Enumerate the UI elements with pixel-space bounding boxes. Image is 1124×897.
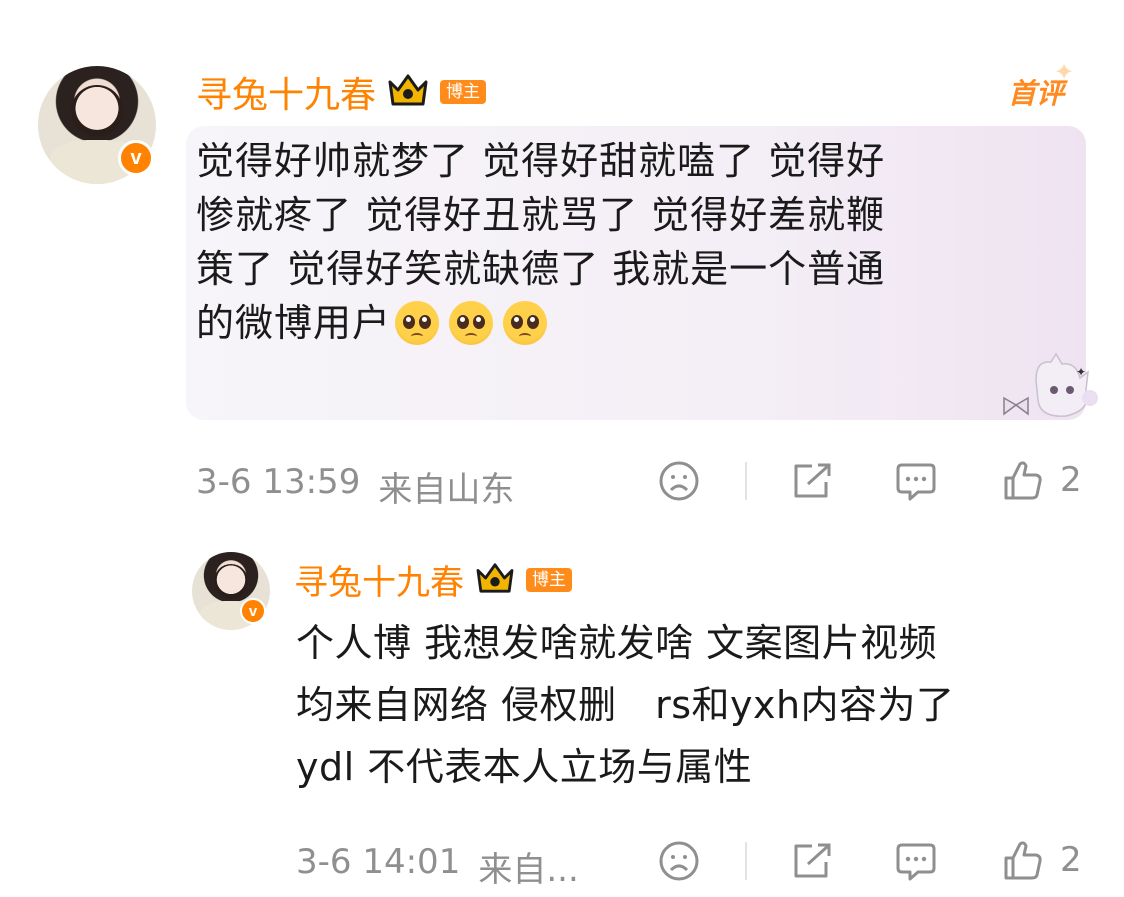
comment-button[interactable] xyxy=(894,460,938,506)
pleading-face-emoji xyxy=(395,301,440,345)
like-button[interactable]: 2 xyxy=(1002,838,1082,882)
sparkle-icon: ✦ xyxy=(1054,58,1075,86)
like-button[interactable]: 2 xyxy=(1002,458,1082,502)
comment-button[interactable] xyxy=(894,840,938,886)
reply-text: 个人博 我想发啥就发啥 文案图片视频 均来自网络 侵权删 rs和yxh内容为了 … xyxy=(296,612,1106,798)
comment-text-line: 的微博用户 xyxy=(196,301,392,345)
share-button[interactable] xyxy=(790,460,834,506)
comment-icon xyxy=(896,463,936,501)
like-count: 2 xyxy=(1060,840,1082,880)
comment-header: 寻兔十九春 博主 xyxy=(196,66,487,118)
verified-v-icon: v xyxy=(240,598,266,624)
thumbs-up-icon xyxy=(1004,841,1042,880)
comment-text-line: 惨就疼了 觉得好丑就骂了 觉得好差就鞭 xyxy=(196,193,886,237)
reply-meta: 3-6 14:01 来自... xyxy=(296,842,579,891)
reply-location: 来自... xyxy=(478,850,579,890)
comment-text-line: 觉得好帅就梦了 觉得好甜就嗑了 觉得好 xyxy=(196,139,886,183)
comment-icon xyxy=(896,843,936,881)
comment-meta: 3-6 13:59 来自山东 xyxy=(196,462,514,511)
blogger-badge: 博主 xyxy=(526,567,572,592)
comment-text: 觉得好帅就梦了 觉得好甜就嗑了 觉得好 惨就疼了 觉得好丑就骂了 觉得好差就鞭 … xyxy=(196,134,1076,350)
pleading-face-emoji xyxy=(503,301,548,345)
comment-location: 来自山东 xyxy=(378,470,515,510)
reply-time: 3-6 14:01 xyxy=(296,842,461,882)
reply-username[interactable]: 寻兔十九春 xyxy=(294,555,464,604)
crown-icon xyxy=(386,72,430,112)
sad-face-icon xyxy=(659,461,699,501)
verified-v-icon: v xyxy=(118,140,154,176)
crown-icon xyxy=(474,561,516,599)
dislike-button[interactable] xyxy=(658,840,700,886)
like-count: 2 xyxy=(1060,460,1082,500)
share-button[interactable] xyxy=(790,840,834,886)
comment-text-line: 策了 觉得好笑就缺德了 我就是一个普通 xyxy=(196,247,886,291)
blogger-badge: 博主 xyxy=(440,80,487,104)
comment-username[interactable]: 寻兔十九春 xyxy=(196,66,376,118)
cat-sticker-decoration: ✦ xyxy=(996,350,1112,430)
thumbs-up-icon xyxy=(1004,461,1042,500)
divider xyxy=(745,462,747,500)
share-icon xyxy=(794,463,831,498)
share-icon xyxy=(794,843,831,878)
comment-time: 3-6 13:59 xyxy=(196,462,361,502)
svg-text:✦: ✦ xyxy=(1076,365,1086,379)
reply-text-line: 个人博 我想发啥就发啥 文案图片视频 xyxy=(296,621,938,665)
sad-face-icon xyxy=(659,841,699,881)
dislike-button[interactable] xyxy=(658,460,700,506)
divider xyxy=(745,842,747,880)
reply-header: 寻兔十九春 博主 xyxy=(294,555,572,604)
reply-text-line: ydl 不代表本人立场与属性 xyxy=(296,745,753,789)
reply-text-line: 均来自网络 侵权删 rs和yxh内容为了 xyxy=(296,683,955,727)
pleading-face-emoji xyxy=(449,301,494,345)
